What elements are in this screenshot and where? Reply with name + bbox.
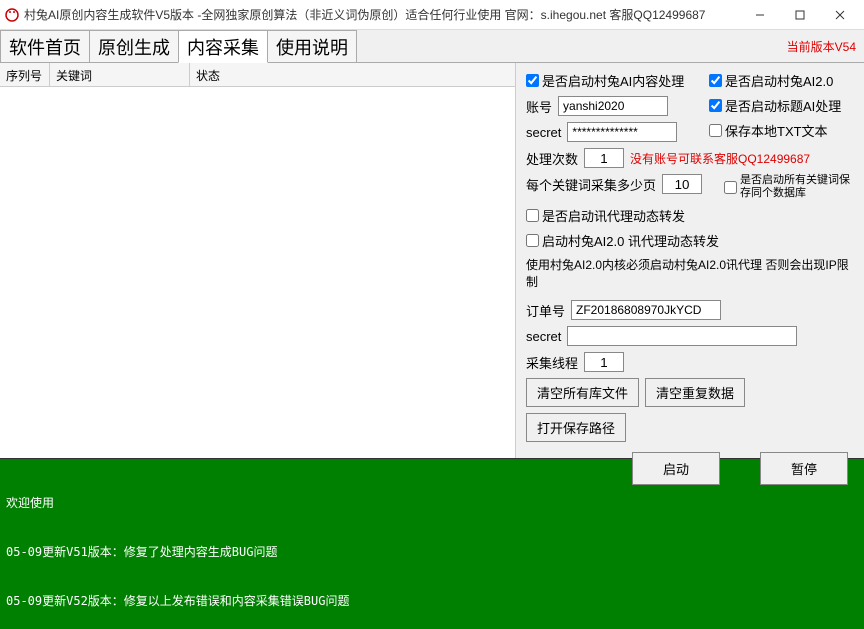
chk-save-txt[interactable]: 保存本地TXT文本 [709,121,854,140]
chk-all-kw-db[interactable]: 是否启动所有关键词保存同个数据库 [724,174,854,200]
threads-input[interactable] [584,352,624,372]
secret-label: secret [526,125,561,140]
process-count-input[interactable] [584,148,624,168]
pages-per-kw-label: 每个关键词采集多少页 [526,175,656,194]
chk-title-ai[interactable]: 是否启动标题AI处理 [709,96,854,115]
account-input[interactable] [558,96,668,116]
tab-collect[interactable]: 内容采集 [178,30,268,63]
tab-generate[interactable]: 原创生成 [89,30,179,62]
ai2-note: 使用村兔AI2.0内核必须启动村兔AI2.0讯代理 否则会出现IP限制 [526,256,854,290]
titlebar: 村兔AI原创内容生成软件V5版本 -全网独家原创算法（非近义词伪原创）适合任何行… [0,0,864,30]
data-grid: 序列号 关键词 状态 [0,63,516,458]
app-icon [4,7,20,23]
secret2-input[interactable] [567,326,797,346]
col-status[interactable]: 状态 [190,63,515,86]
clear-lib-button[interactable]: 清空所有库文件 [526,378,639,407]
col-seq[interactable]: 序列号 [0,63,50,86]
threads-label: 采集线程 [526,353,578,372]
start-button[interactable]: 启动 [632,452,720,485]
clear-dup-button[interactable]: 清空重复数据 [645,378,745,407]
chk-ai2-xundaili[interactable]: 启动村兔AI2.0 讯代理动态转发 [526,231,719,250]
tabstrip: 软件首页 原创生成 内容采集 使用说明 当前版本V54 [0,30,864,63]
pause-button[interactable]: 暂停 [760,452,848,485]
console-line: 欢迎使用 [6,495,858,511]
tab-help[interactable]: 使用说明 [267,30,357,62]
window-title: 村兔AI原创内容生成软件V5版本 -全网独家原创算法（非近义词伪原创）适合任何行… [24,6,740,23]
no-account-hint: 没有账号可联系客服QQ12499687 [630,150,810,167]
close-button[interactable] [820,1,860,29]
main-area: 序列号 关键词 状态 是否启动村兔AI内容处理 账号 secret [0,63,864,458]
secret2-label: secret [526,329,561,344]
settings-panel: 是否启动村兔AI内容处理 账号 secret 是否启动村兔AI2.0 是否启动标… [516,63,864,458]
pages-per-kw-input[interactable] [662,174,702,194]
grid-header: 序列号 关键词 状态 [0,63,515,87]
process-count-label: 处理次数 [526,149,578,168]
secret-input[interactable] [567,122,677,142]
maximize-button[interactable] [780,1,820,29]
version-label: 当前版本V54 [787,38,856,55]
minimize-button[interactable] [740,1,780,29]
col-keyword[interactable]: 关键词 [50,63,190,86]
chk-xundaili[interactable]: 是否启动讯代理动态转发 [526,206,685,225]
console-line: 05-09更新V51版本：修复了处理内容生成BUG问题 [6,544,858,560]
chk-ai2[interactable]: 是否启动村兔AI2.0 [709,71,854,90]
chk-ai-content[interactable]: 是否启动村兔AI内容处理 [526,71,684,90]
grid-body[interactable] [0,87,515,458]
account-label: 账号 [526,97,552,116]
order-label: 订单号 [526,301,565,320]
open-path-button[interactable]: 打开保存路径 [526,413,626,442]
tab-home[interactable]: 软件首页 [0,30,90,62]
console-line: 05-09更新V52版本：修复以上发布错误和内容采集错误BUG问题 [6,593,858,609]
order-input[interactable] [571,300,721,320]
